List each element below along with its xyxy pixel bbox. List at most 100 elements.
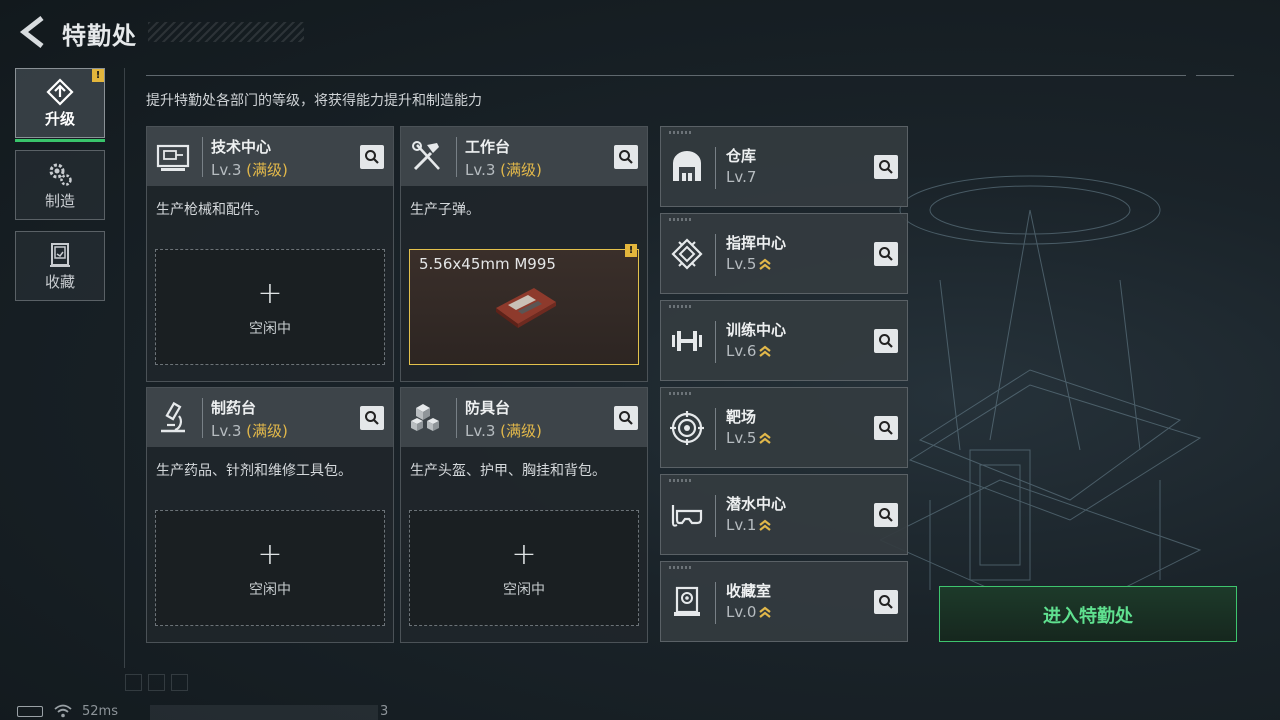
ammo-box-icon	[496, 288, 556, 328]
alert-badge: !	[92, 69, 104, 82]
inspect-button[interactable]	[360, 406, 384, 430]
decorative-square	[125, 674, 142, 691]
corner-decoration	[669, 305, 691, 308]
battery-icon	[17, 706, 43, 717]
tab-collection[interactable]: 收藏	[15, 231, 105, 301]
production-slot-empty[interactable]: + 空闲中	[155, 249, 385, 365]
card-separator	[456, 398, 457, 438]
facility-command-center[interactable]: 指挥中心 Lv.5	[660, 213, 908, 294]
facility-level: Lv.7	[726, 168, 757, 186]
facility-training-center[interactable]: 训练中心 Lv.6	[660, 300, 908, 381]
tab-upgrade[interactable]: 升级 !	[15, 68, 105, 142]
production-slot-active[interactable]: 5.56x45mm M995 !	[409, 244, 639, 365]
workshop-card-armor: 防具台 Lv.3 (满级) 生产头盔、护甲、胸挂和背包。 + 空闲中	[400, 387, 648, 643]
max-level-tag: (满级)	[500, 161, 542, 179]
armor-cubes-icon	[411, 404, 439, 431]
alert-badge: !	[625, 244, 637, 257]
workshop-card-workbench: 工作台 Lv.3 (满级) 生产子弹。 5.56x45mm M995 !	[400, 126, 648, 382]
tab-upgrade-label: 升级	[44, 110, 75, 128]
add-icon: +	[511, 537, 537, 572]
corner-decoration	[669, 131, 691, 134]
card-separator	[202, 137, 203, 177]
facility-warehouse[interactable]: 仓库 Lv.7	[660, 126, 908, 207]
facility-diving-center[interactable]: 潜水中心 Lv.1	[660, 474, 908, 555]
inspect-button[interactable]	[874, 416, 898, 440]
card-separator	[202, 398, 203, 438]
inspect-button[interactable]	[874, 155, 898, 179]
inspect-button[interactable]	[614, 406, 638, 430]
upgrade-available-icon	[759, 432, 772, 444]
magnifier-icon	[619, 411, 633, 425]
page-title: 特勤处	[62, 22, 137, 50]
enter-special-ops-button[interactable]: 进入特勤处	[939, 586, 1237, 642]
upgrade-icon	[46, 78, 74, 106]
active-tab-indicator	[15, 139, 105, 142]
dumbbell-icon	[672, 331, 702, 351]
inspect-button[interactable]	[360, 145, 384, 169]
workshop-description: 生产头盔、护甲、胸挂和背包。	[410, 463, 606, 479]
display-case-icon	[674, 586, 700, 616]
inspect-button[interactable]	[874, 590, 898, 614]
header-divider-right	[1196, 75, 1234, 76]
magnifier-icon	[879, 508, 893, 522]
back-arrow-icon[interactable]	[14, 14, 48, 50]
wifi-icon	[54, 704, 72, 718]
magnifier-icon	[879, 160, 893, 174]
magnifier-icon	[879, 595, 893, 609]
workshop-level: Lv.3 (满级)	[211, 422, 288, 440]
corner-decoration	[669, 218, 691, 221]
facility-shooting-range[interactable]: 靶场 Lv.5	[660, 387, 908, 468]
slot-status: 空闲中	[249, 582, 291, 598]
card-separator	[456, 137, 457, 177]
magnifier-icon	[619, 150, 633, 164]
facility-level: Lv.6	[726, 342, 772, 360]
card-header: 制药台 Lv.3 (满级)	[147, 388, 393, 447]
produced-item-name: 5.56x45mm M995	[419, 255, 556, 273]
facility-name: 潜水中心	[726, 495, 787, 513]
workshop-description: 生产药品、针剂和维修工具包。	[156, 463, 352, 479]
magnifier-icon	[365, 411, 379, 425]
facility-level: Lv.5	[726, 429, 772, 447]
workshop-name: 工作台	[465, 138, 511, 156]
facility-separator	[715, 582, 716, 624]
card-header: 工作台 Lv.3 (满级)	[401, 127, 647, 186]
decorative-square	[148, 674, 165, 691]
tools-icon	[412, 141, 440, 171]
microscope-icon	[161, 401, 185, 433]
production-slot-empty[interactable]: + 空闲中	[409, 510, 639, 626]
tab-craft[interactable]: 制造	[15, 150, 105, 220]
facility-level: Lv.1	[726, 516, 772, 534]
workshop-name: 制药台	[211, 399, 257, 417]
workshop-card-pharmacy: 制药台 Lv.3 (满级) 生产药品、针剂和维修工具包。 + 空闲中	[146, 387, 394, 643]
gears-icon	[49, 163, 72, 186]
production-slot-empty[interactable]: + 空闲中	[155, 510, 385, 626]
tab-collection-label: 收藏	[44, 273, 75, 291]
facility-name: 指挥中心	[726, 234, 787, 252]
corner-decoration	[669, 392, 691, 395]
enter-button-label: 进入特勤处	[1043, 606, 1133, 627]
workshop-description: 生产子弹。	[410, 202, 480, 218]
facility-separator	[715, 234, 716, 276]
inspect-button[interactable]	[874, 242, 898, 266]
add-icon: +	[257, 537, 283, 572]
workshop-level: Lv.3 (满级)	[465, 422, 542, 440]
facility-name: 收藏室	[726, 582, 772, 600]
network-ping: 52ms	[82, 704, 118, 719]
inspect-button[interactable]	[874, 329, 898, 353]
upgrade-available-icon	[759, 258, 772, 270]
obscured-status-bar	[150, 705, 378, 720]
facility-separator	[715, 495, 716, 537]
inspect-button[interactable]	[614, 145, 638, 169]
facility-collection-room[interactable]: 收藏室 Lv.0	[660, 561, 908, 642]
facility-name: 训练中心	[726, 321, 787, 339]
workshop-card-tech-center: 技术中心 Lv.3 (满级) 生产枪械和配件。 + 空闲中	[146, 126, 394, 382]
facility-separator	[715, 408, 716, 450]
workshop-level: Lv.3 (满级)	[465, 161, 542, 179]
header-divider	[146, 75, 1186, 76]
inspect-button[interactable]	[874, 503, 898, 527]
page-description: 提升特勤处各部门的等级，将获得能力提升和制造能力	[146, 93, 482, 109]
add-icon: +	[257, 276, 283, 311]
facility-separator	[715, 321, 716, 363]
slot-status: 空闲中	[503, 582, 545, 598]
title-stripes-decoration	[148, 22, 304, 42]
